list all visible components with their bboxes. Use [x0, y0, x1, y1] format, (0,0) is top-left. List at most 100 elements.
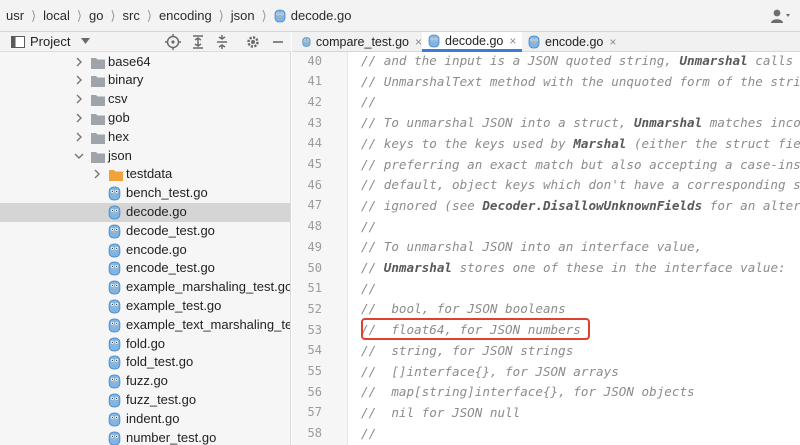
tree-item-label: fuzz.go: [126, 373, 168, 389]
tree-item[interactable]: base64: [0, 53, 290, 72]
tree-item[interactable]: csv: [0, 90, 290, 109]
breadcrumb-separator: ⟩: [110, 7, 116, 23]
tree-item[interactable]: binary: [0, 71, 290, 90]
tree-item[interactable]: fuzz.go: [0, 372, 290, 391]
line-number: 54: [292, 340, 348, 361]
tree-item[interactable]: fold_test.go: [0, 353, 290, 372]
minimize-icon[interactable]: [270, 34, 286, 50]
line-number-text: 55: [307, 364, 322, 378]
tree-item-label: hex: [108, 128, 129, 144]
tree-item-label: json: [108, 147, 132, 163]
tree-item[interactable]: decode.go: [0, 202, 290, 222]
tree-item[interactable]: hex: [0, 128, 290, 147]
breadcrumb-item[interactable]: local: [43, 8, 70, 23]
tree-item[interactable]: encode_test.go: [0, 259, 290, 278]
tree-item[interactable]: json: [0, 147, 290, 166]
close-icon[interactable]: ×: [509, 34, 516, 48]
line-number: 56: [292, 381, 348, 402]
tab-label: encode.go: [545, 35, 604, 49]
tree-item-label: decode.go: [126, 203, 187, 219]
go-file-icon: [108, 299, 121, 314]
code-line: // UnmarshalText method with the unquote…: [349, 71, 800, 92]
breadcrumb-item[interactable]: encoding: [159, 8, 212, 23]
tree-item[interactable]: testdata: [0, 165, 290, 184]
go-file-icon: [108, 205, 121, 220]
tree-item[interactable]: example_text_marshaling_te: [0, 316, 291, 335]
go-file-icon: [108, 374, 121, 389]
tree-item[interactable]: number_test.go: [0, 429, 290, 445]
line-number: 58: [292, 423, 348, 444]
code-line: // preferring an exact match but also ac…: [349, 154, 800, 175]
go-file-icon: [274, 9, 286, 22]
tree-item[interactable]: example_marshaling_test.go: [0, 278, 290, 297]
close-icon[interactable]: ×: [415, 35, 422, 49]
code-comment: //: [361, 94, 377, 110]
chevron-right-icon[interactable]: [74, 94, 84, 104]
project-file-tree: base64 binary csv gob hex json testdata bench_t…: [0, 52, 291, 445]
tree-item-label: encode.go: [126, 241, 187, 257]
code-line: //: [349, 423, 800, 444]
chevron-down-icon[interactable]: [81, 38, 90, 44]
chevron-right-icon[interactable]: [74, 132, 84, 142]
line-number: 53: [292, 319, 348, 340]
line-number-text: 53: [307, 322, 322, 337]
code-line: // string, for JSON strings: [349, 340, 800, 361]
line-number: 52: [292, 298, 348, 319]
code-comment: // default, object keys which don't have…: [361, 177, 800, 193]
tree-item[interactable]: indent.go: [0, 410, 290, 429]
line-number-text: 48: [307, 219, 322, 234]
chevron-right-icon[interactable]: [74, 75, 84, 85]
tab-compare-test-go[interactable]: compare_test.go ×: [296, 32, 422, 52]
line-number: 57: [292, 402, 348, 423]
go-file-icon: [108, 355, 121, 370]
tree-item[interactable]: decode_test.go: [0, 222, 290, 241]
breadcrumb-label: encoding: [158, 8, 212, 23]
gear-icon[interactable]: [245, 34, 261, 50]
close-icon[interactable]: ×: [609, 35, 616, 49]
line-number-text: 46: [307, 177, 322, 192]
chevron-right-icon[interactable]: [74, 113, 84, 123]
breadcrumb-item[interactable]: decode.go: [274, 8, 351, 23]
tab-decode-go[interactable]: decode.go ×: [422, 32, 522, 52]
line-number: 42: [292, 91, 348, 112]
line-number-text: 47: [307, 198, 322, 213]
code-line: // To unmarshal JSON into an interface v…: [349, 236, 800, 257]
collapse-all-icon[interactable]: [214, 34, 230, 50]
tree-item[interactable]: fold.go: [0, 335, 290, 354]
breadcrumb-item[interactable]: json: [231, 8, 255, 23]
breadcrumb-item[interactable]: src: [123, 8, 140, 23]
tree-item-label: example_text_marshaling_te: [126, 316, 291, 332]
line-number-text: 54: [307, 343, 322, 358]
go-file-icon: [108, 412, 121, 427]
breadcrumb-label: local: [43, 8, 70, 23]
tree-item[interactable]: gob: [0, 109, 290, 128]
breadcrumb-label: json: [230, 8, 255, 23]
tree-item[interactable]: encode.go: [0, 241, 290, 260]
tab-label: decode.go: [445, 33, 504, 48]
editor-tabs: compare_test.go × decode.go × encode.go ×: [292, 32, 800, 52]
code-editor[interactable]: // and the input is a JSON quoted string…: [349, 52, 800, 445]
chevron-right-icon[interactable]: [74, 57, 84, 67]
tree-item[interactable]: bench_test.go: [0, 184, 290, 203]
code-comment: //: [361, 280, 377, 296]
go-file-icon: [108, 431, 121, 445]
tree-item-label: fuzz_test.go: [126, 391, 197, 407]
folder-icon: [91, 95, 105, 107]
project-label[interactable]: Project: [30, 34, 70, 49]
breadcrumb-separator: ⟩: [31, 7, 37, 23]
tab-encode-go[interactable]: encode.go ×: [522, 32, 622, 52]
line-number-text: 43: [307, 115, 322, 130]
tree-item-label: indent.go: [126, 410, 180, 426]
code-comment: // ignored (see Decoder.DisallowUnknownF…: [361, 197, 800, 213]
breadcrumb-item[interactable]: go: [89, 8, 103, 23]
expand-all-icon[interactable]: [190, 34, 206, 50]
tree-item[interactable]: fuzz_test.go: [0, 391, 290, 410]
locate-icon[interactable]: [165, 34, 181, 50]
breadcrumb-separator: ⟩: [261, 7, 267, 23]
breadcrumb-item[interactable]: usr: [6, 8, 24, 23]
user-icon[interactable]: [770, 8, 792, 24]
tree-item-label: encode_test.go: [126, 260, 215, 276]
chevron-down-icon[interactable]: [74, 151, 84, 161]
tree-item[interactable]: example_test.go: [0, 297, 290, 316]
chevron-right-icon[interactable]: [92, 169, 102, 179]
